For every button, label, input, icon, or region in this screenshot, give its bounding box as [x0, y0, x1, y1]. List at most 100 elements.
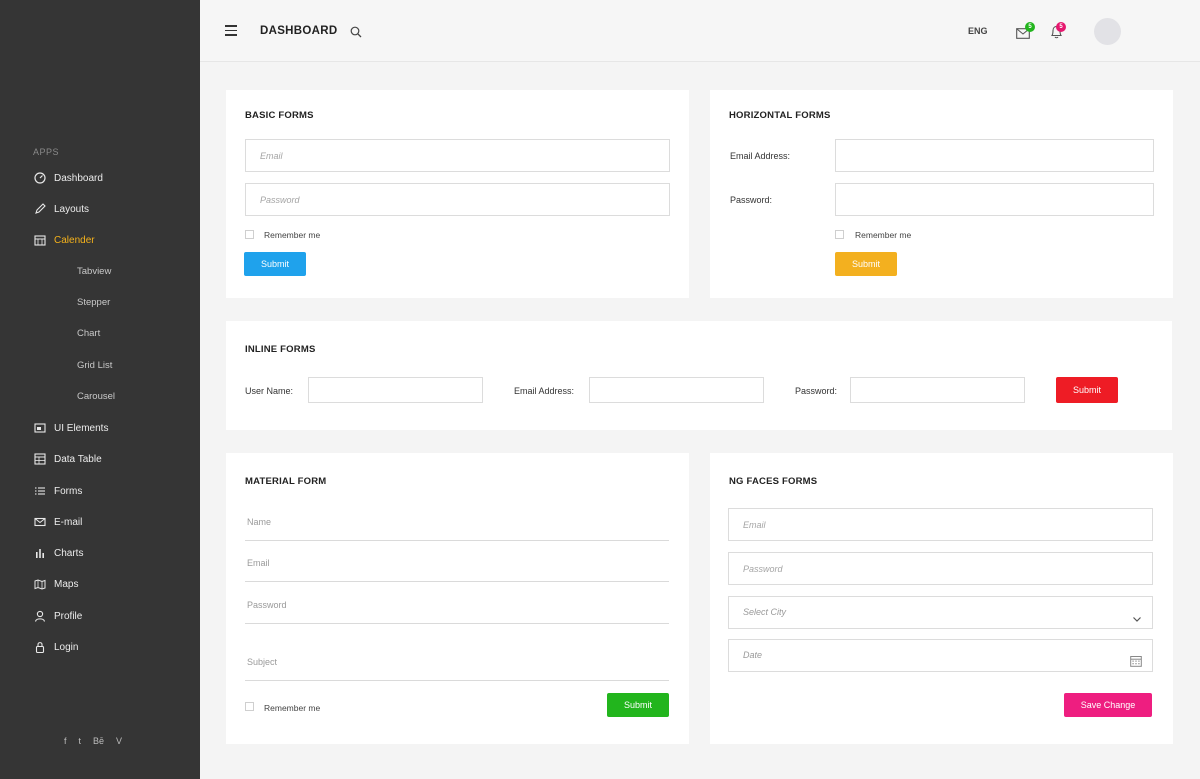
password-input[interactable]	[245, 183, 670, 216]
sidebar-item-label: E-mail	[54, 516, 83, 528]
ui-elements-icon	[33, 422, 46, 435]
mail-notification-icon[interactable]: 5	[1016, 22, 1035, 44]
twitter-icon[interactable]: t	[79, 736, 82, 746]
pen-icon	[33, 203, 46, 216]
name-field[interactable]: Name	[245, 517, 669, 541]
sidebar-item-label: UI Elements	[54, 422, 109, 434]
calendar-icon	[33, 234, 46, 247]
vimeo-icon[interactable]: V	[116, 736, 122, 746]
remember-me-checkbox[interactable]	[245, 230, 254, 239]
card-title: NG FACES FORMS	[729, 476, 818, 487]
sidebar-item-calender[interactable]: Calender	[33, 230, 95, 250]
sidebar-item-label: Dashboard	[54, 172, 103, 184]
card-title: INLINE FORMS	[245, 344, 316, 355]
sidebar: APPS Dashboard Layouts Calender Tabview …	[0, 0, 200, 779]
sidebar-item-layouts[interactable]: Layouts	[33, 199, 89, 219]
password-field[interactable]: Password	[245, 600, 669, 624]
sidebar-item-label: Data Table	[54, 453, 102, 465]
sidebar-item-label: Layouts	[54, 203, 90, 215]
city-select-placeholder: Select City	[743, 607, 787, 617]
password-input[interactable]	[835, 183, 1154, 216]
mail-icon	[33, 516, 46, 529]
dashboard-icon	[33, 172, 46, 185]
card-title: MATERIAL FORM	[245, 476, 327, 487]
chevron-down-icon	[1132, 606, 1142, 637]
page-title: DASHBOARD	[260, 25, 338, 37]
username-input[interactable]	[308, 377, 483, 403]
sidebar-item-email[interactable]: E-mail	[33, 512, 82, 532]
hamburger-menu-icon[interactable]	[225, 25, 237, 36]
password-input[interactable]	[850, 377, 1025, 403]
remember-me-label: Remember me	[264, 703, 321, 713]
sidebar-item-maps[interactable]: Maps	[33, 574, 78, 594]
save-change-button[interactable]: Save Change	[1064, 693, 1152, 717]
submit-button[interactable]: Submit	[607, 693, 669, 717]
submit-button[interactable]: Submit	[1056, 377, 1118, 403]
password-input[interactable]	[728, 552, 1153, 585]
subject-field[interactable]: Subject	[245, 657, 669, 681]
submit-button[interactable]: Submit	[835, 252, 897, 276]
sidebar-item-label: Login	[54, 641, 79, 653]
sidebar-item-label: Maps	[54, 578, 79, 590]
sidebar-subitem-tabview[interactable]: Tabview	[77, 266, 111, 282]
sidebar-item-forms[interactable]: Forms	[33, 481, 82, 501]
search-icon[interactable]	[350, 25, 362, 43]
mail-count-badge: 5	[1025, 22, 1035, 32]
card-title: BASIC FORMS	[245, 110, 314, 121]
lock-icon	[33, 641, 46, 654]
user-icon	[33, 610, 46, 623]
password-label: Password:	[795, 386, 838, 396]
sidebar-item-label: Calender	[54, 234, 95, 246]
sidebar-subitem-grid-list[interactable]: Grid List	[77, 360, 112, 376]
email-label: Email Address:	[730, 151, 791, 161]
behance-icon[interactable]: Bē	[93, 736, 104, 746]
date-field-placeholder: Date	[743, 650, 763, 660]
sidebar-item-profile[interactable]: Profile	[33, 606, 82, 626]
submit-button[interactable]: Submit	[244, 252, 306, 276]
language-selector[interactable]: ENG	[968, 26, 988, 36]
map-icon	[33, 578, 46, 591]
bell-icon[interactable]: 5	[1050, 22, 1066, 44]
top-header: DASHBOARD ENG 5 5	[200, 0, 1200, 62]
remember-me-checkbox[interactable]	[245, 702, 254, 711]
sidebar-subitem-carousel[interactable]: Carousel	[77, 391, 115, 407]
email-input[interactable]	[245, 139, 670, 172]
password-label: Password:	[730, 195, 773, 205]
sidebar-item-login[interactable]: Login	[33, 637, 78, 657]
sidebar-item-charts[interactable]: Charts	[33, 543, 83, 563]
city-select[interactable]: Select City	[728, 596, 1153, 629]
email-input[interactable]	[835, 139, 1154, 172]
notification-count-badge: 5	[1056, 22, 1066, 32]
remember-me-checkbox[interactable]	[835, 230, 844, 239]
remember-me-label: Remember me	[264, 230, 321, 240]
bar-chart-icon	[33, 547, 46, 560]
horizontal-forms-card: HORIZONTAL FORMS Email Address: Password…	[710, 90, 1173, 298]
email-input[interactable]	[589, 377, 764, 403]
sidebar-subitem-chart[interactable]: Chart	[77, 328, 100, 344]
sidebar-item-ui-elements[interactable]: UI Elements	[33, 418, 108, 438]
email-label: Email Address:	[514, 386, 575, 396]
username-label: User Name:	[245, 386, 294, 396]
email-input[interactable]	[728, 508, 1153, 541]
sidebar-item-dashboard[interactable]: Dashboard	[33, 168, 103, 188]
email-field[interactable]: Email	[245, 558, 669, 582]
table-icon	[33, 453, 46, 466]
facebook-icon[interactable]: f	[64, 736, 67, 746]
avatar[interactable]	[1094, 18, 1121, 45]
sidebar-item-data-table[interactable]: Data Table	[33, 449, 102, 469]
sidebar-item-label: Forms	[54, 485, 83, 497]
card-title: HORIZONTAL FORMS	[729, 110, 831, 121]
sidebar-subitem-stepper[interactable]: Stepper	[77, 297, 110, 313]
material-form-card: MATERIAL FORM Name Email Password Subjec…	[226, 453, 689, 744]
calendar-icon[interactable]	[1130, 649, 1142, 680]
ng-faces-forms-card: NG FACES FORMS Select City Date Save Cha…	[710, 453, 1173, 744]
remember-me-label: Remember me	[855, 230, 912, 240]
sidebar-section-label: APPS	[33, 147, 60, 157]
sidebar-item-label: Charts	[54, 547, 84, 559]
date-field[interactable]: Date	[728, 639, 1153, 672]
sidebar-item-label: Profile	[54, 610, 83, 622]
basic-forms-card: BASIC FORMS Remember me Submit	[226, 90, 689, 298]
social-links: f t Bē V	[64, 736, 122, 746]
inline-forms-card: INLINE FORMS User Name: Email Address: P…	[226, 321, 1172, 430]
list-icon	[33, 485, 46, 498]
